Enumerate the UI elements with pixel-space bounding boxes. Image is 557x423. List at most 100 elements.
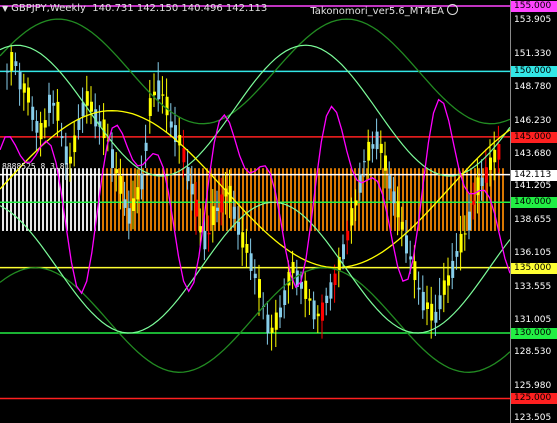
candle-body (127, 208, 131, 224)
candle-body (270, 327, 274, 334)
zone-bar (18, 168, 20, 232)
level-tag: 130.000 (511, 328, 557, 340)
zone-bar (450, 168, 452, 232)
candle-body (27, 87, 30, 103)
level-tag: 135.000 (511, 262, 557, 274)
zone-bar (286, 168, 288, 232)
zone-bar (318, 168, 320, 232)
candle-body (161, 94, 165, 96)
candle-body (379, 143, 383, 153)
candle-body (85, 91, 89, 106)
candle-body (375, 131, 379, 150)
candle-body (308, 298, 312, 301)
candle-body (388, 175, 392, 189)
collapse-triangle-icon[interactable]: ▼ (2, 4, 8, 13)
level-tag: 150.000 (511, 66, 557, 78)
price-tick: 125.980 (514, 380, 552, 391)
candle-body (77, 118, 81, 130)
candle-body (132, 198, 135, 211)
candle-body (354, 200, 358, 206)
zone-bar (322, 168, 324, 232)
zone-bar (90, 168, 92, 232)
zone-bar (386, 168, 388, 232)
zone-bar (246, 168, 248, 232)
zone-bar (442, 168, 444, 232)
candle-body (232, 206, 236, 219)
level-tag: 125.000 (511, 393, 557, 405)
candle-body (279, 307, 282, 318)
candle-body (237, 221, 240, 235)
candle-body (358, 174, 362, 193)
band-upper-line (0, 44, 510, 177)
zone-bar (22, 168, 24, 232)
zone-bar (466, 168, 468, 232)
candle-body (421, 291, 425, 311)
candle-body (350, 208, 354, 226)
zone-bar (30, 168, 32, 232)
candle-body (35, 121, 39, 133)
candle-body (468, 211, 471, 231)
candle-body (245, 243, 249, 253)
zone-bar (398, 168, 400, 232)
zone-bar (154, 168, 156, 232)
candle-body (153, 91, 156, 96)
price-tick: 133.555 (514, 281, 552, 292)
candle-body (148, 98, 152, 117)
candle-body (409, 256, 413, 260)
price-scale[interactable]: 153.905 151.330 148.780 146.230 143.680 141.2… (510, 0, 557, 423)
candle-body (283, 290, 287, 306)
candle-body (442, 280, 446, 295)
candle-body (220, 194, 224, 213)
zone-bar (250, 168, 252, 232)
candle-body (333, 273, 337, 286)
zone-bar (446, 168, 448, 232)
zone-bar (374, 168, 376, 232)
candle-body (417, 287, 421, 290)
zone-bar (430, 168, 432, 232)
price-chart[interactable] (0, 0, 510, 423)
zone-bar (150, 168, 152, 232)
candle-body (73, 135, 77, 153)
zone-bar (426, 168, 428, 232)
zone-bar (326, 168, 328, 232)
price-tick: 131.005 (514, 314, 552, 325)
candle-body (190, 183, 194, 195)
candle-body (123, 199, 127, 208)
candle-body (367, 141, 371, 161)
zone-bar (170, 168, 172, 232)
zone-bar (78, 168, 80, 232)
candle-body (258, 279, 261, 298)
candle-body (459, 233, 463, 253)
overlay-text: 8888525 8 3.81 (2, 162, 70, 171)
zone-bar (42, 168, 44, 232)
zone-bar (26, 168, 28, 232)
zone-bar (298, 168, 300, 232)
zone-bar (410, 168, 412, 232)
candle-body (115, 169, 119, 174)
candle-body (447, 275, 450, 286)
expert-advisor-label[interactable]: Takonomori_ver5.6_MT4EA (310, 4, 458, 17)
chart-window[interactable]: ▼ GBPJPY,Weekly 140.731 142.150 140.496 1… (0, 0, 557, 423)
zone-bar (502, 168, 504, 232)
candle-body (69, 156, 72, 164)
candle-body (182, 148, 186, 163)
candle-body (312, 300, 316, 320)
zone-bar (462, 168, 464, 232)
candle-body (10, 52, 14, 71)
zone-bar (178, 168, 180, 232)
zone-bar (334, 168, 336, 232)
zone-bar (14, 168, 16, 232)
zone-bar (434, 168, 436, 232)
zone-bar (174, 168, 176, 232)
candle-body (43, 120, 47, 128)
candle-body (497, 144, 501, 160)
candle-body (22, 83, 26, 93)
plot-area[interactable]: ▼ GBPJPY,Weekly 140.731 142.150 140.496 1… (0, 0, 510, 423)
candle-body (52, 102, 56, 106)
candle-body (195, 199, 198, 217)
candle-body (291, 261, 295, 274)
candle-body (484, 167, 488, 183)
price-tick: 123.505 (514, 413, 552, 423)
zone-bar (86, 168, 88, 232)
zone-bar (6, 168, 8, 232)
